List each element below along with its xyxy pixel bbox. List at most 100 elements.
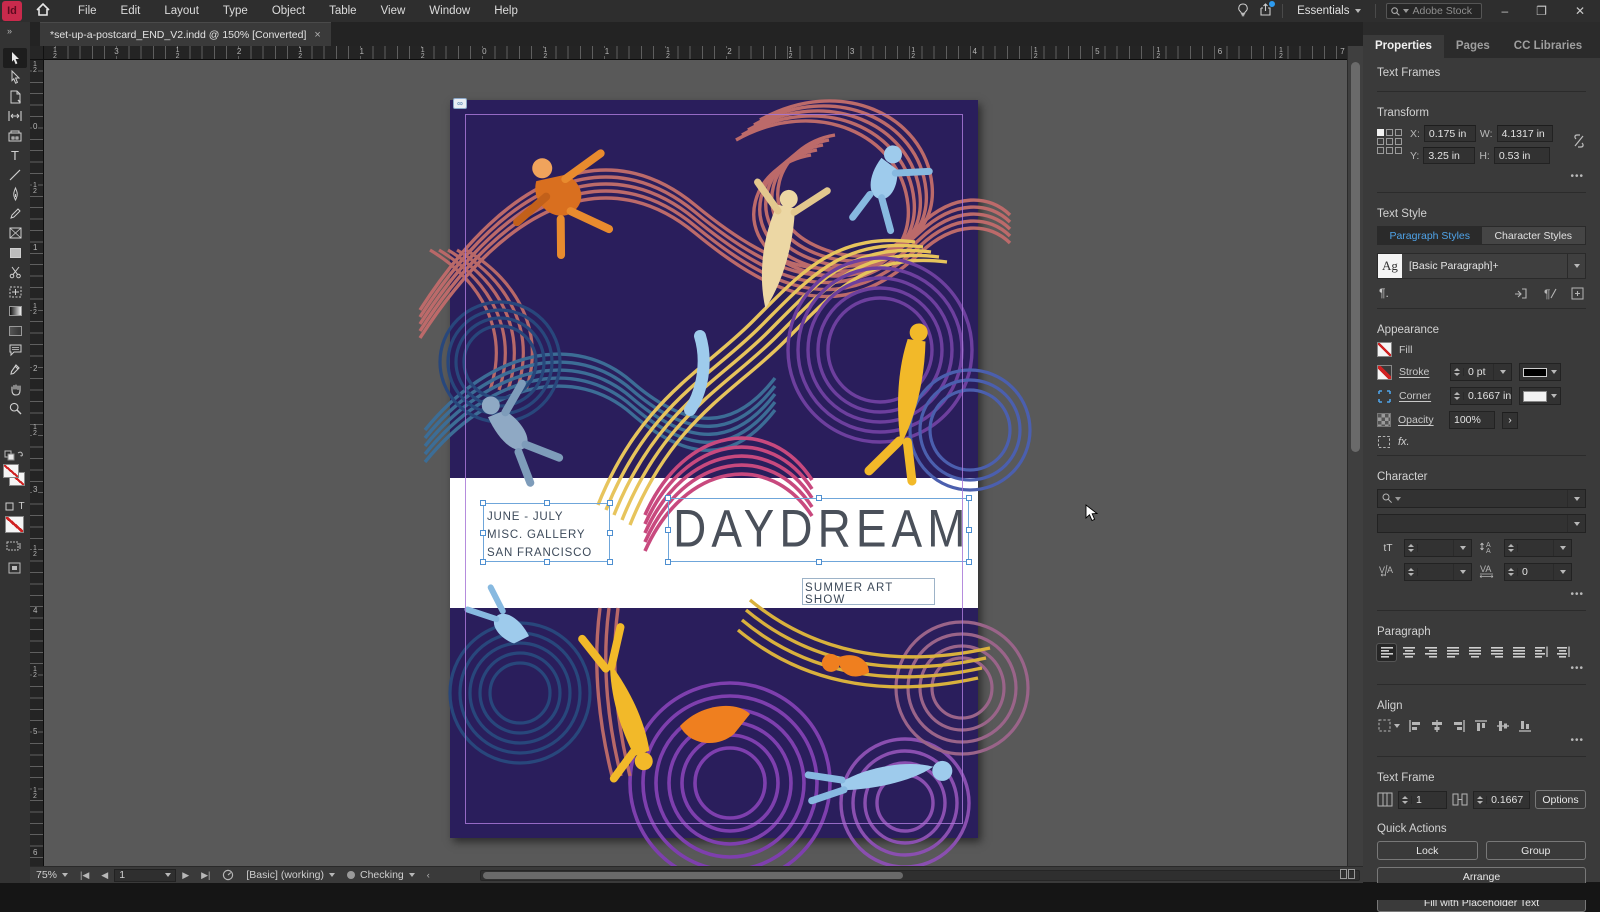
constrain-proportions-broken-icon[interactable] bbox=[1572, 133, 1586, 149]
selection-handle[interactable] bbox=[966, 527, 972, 533]
content-collector-tool[interactable] bbox=[3, 126, 27, 146]
selection-handle[interactable] bbox=[607, 529, 613, 536]
scissors-tool[interactable] bbox=[3, 263, 27, 283]
eyedropper-tool[interactable] bbox=[3, 360, 27, 380]
zoom-level-dropdown[interactable]: 75% bbox=[30, 869, 74, 881]
group-button[interactable]: Group bbox=[1485, 841, 1586, 860]
pen-tool[interactable] bbox=[3, 185, 27, 205]
vertical-scrollbar[interactable] bbox=[1347, 46, 1363, 866]
stroke-style-dropdown[interactable] bbox=[1519, 363, 1561, 381]
subtitle-text-frame[interactable]: SUMMER ART SHOW bbox=[802, 578, 935, 606]
preflight-icon[interactable] bbox=[216, 869, 240, 881]
corner-options-icon[interactable] bbox=[1377, 389, 1392, 404]
menu-edit[interactable]: Edit bbox=[111, 2, 151, 20]
close-button[interactable]: ✕ bbox=[1566, 4, 1594, 18]
text-frame-options-button[interactable]: Options bbox=[1534, 790, 1586, 809]
formatting-container-icon[interactable] bbox=[5, 502, 14, 511]
h-field[interactable]: 0.53 in bbox=[1493, 147, 1550, 164]
gradient-swatch-tool[interactable] bbox=[3, 302, 27, 322]
stroke-weight-combo[interactable]: 0 pt bbox=[1450, 363, 1512, 381]
font-style-dropdown[interactable] bbox=[1377, 514, 1586, 533]
default-fill-stroke-icon[interactable] bbox=[4, 450, 26, 462]
selection-handle[interactable] bbox=[815, 559, 822, 565]
expand-tools-icon[interactable]: » bbox=[7, 26, 13, 36]
stroke-color-swatch[interactable] bbox=[1377, 364, 1392, 380]
paragraph-align-left-icon[interactable] bbox=[1376, 643, 1397, 662]
free-transform-tool[interactable] bbox=[3, 282, 27, 302]
apply-none-swatch[interactable] bbox=[5, 516, 24, 533]
opacity-expand-button[interactable]: › bbox=[1502, 411, 1518, 429]
previous-page-button[interactable]: ◀ bbox=[95, 870, 114, 881]
import-styles-icon[interactable] bbox=[1513, 287, 1528, 300]
vertical-ruler[interactable]: 12 0 12 1 12 2 12 3 12 4 12 5 12 6 bbox=[30, 60, 44, 866]
preflight-profile-dropdown[interactable]: [Basic] (working) bbox=[240, 869, 341, 881]
align-bottom-icon[interactable] bbox=[1518, 719, 1532, 733]
menu-object[interactable]: Object bbox=[262, 2, 315, 20]
gradient-feather-tool[interactable] bbox=[3, 321, 27, 341]
document-tab[interactable]: *set-up-a-postcard_END_V2.indd @ 150% [C… bbox=[40, 22, 331, 46]
adobe-stock-search[interactable]: Adobe Stock bbox=[1386, 3, 1483, 19]
restore-button[interactable]: ❐ bbox=[1527, 4, 1556, 18]
align-right-icon[interactable] bbox=[1452, 719, 1466, 733]
scroll-left-arrow[interactable]: ‹ bbox=[421, 870, 436, 880]
align-center-horizontal-icon[interactable] bbox=[1430, 719, 1444, 733]
corner-shape-dropdown[interactable] bbox=[1519, 387, 1561, 405]
horizontal-scrollbar-thumb[interactable] bbox=[483, 872, 903, 879]
horizontal-ruler[interactable]: 12 3 12 2 12 1 12 0 12 1 12 2 12 3 12 4 12 5 12 6 12 7 bbox=[44, 46, 1347, 60]
menu-view[interactable]: View bbox=[371, 2, 416, 20]
stroke-label[interactable]: Stroke bbox=[1399, 366, 1443, 378]
paragraph-align-center-icon[interactable] bbox=[1399, 644, 1418, 661]
page-tool[interactable] bbox=[3, 87, 27, 107]
fill-stroke-swatches[interactable] bbox=[3, 464, 27, 498]
opacity-label[interactable]: Opacity bbox=[1398, 414, 1442, 426]
selection-handle[interactable] bbox=[665, 559, 671, 565]
pencil-tool[interactable] bbox=[3, 204, 27, 224]
menu-table[interactable]: Table bbox=[319, 2, 367, 20]
selection-handle[interactable] bbox=[966, 495, 972, 501]
ruler-origin[interactable] bbox=[30, 46, 44, 60]
view-options-icon[interactable] bbox=[6, 540, 22, 555]
fill-color-swatch[interactable] bbox=[1377, 342, 1392, 357]
paragraph-style-dropdown[interactable]: Ag [Basic Paragraph]+ bbox=[1377, 253, 1586, 279]
paragraph-mark-icon[interactable]: ¶. bbox=[1379, 286, 1389, 300]
font-family-dropdown[interactable] bbox=[1377, 489, 1586, 508]
last-page-button[interactable]: ▶| bbox=[195, 870, 216, 881]
kerning-combo[interactable] bbox=[1404, 563, 1472, 581]
type-tool[interactable]: T bbox=[3, 146, 27, 166]
tracking-combo[interactable]: 0 bbox=[1504, 563, 1572, 581]
x-field[interactable]: 0.175 in bbox=[1423, 125, 1476, 142]
paragraph-toward-spine-icon[interactable] bbox=[1531, 644, 1550, 661]
align-top-icon[interactable] bbox=[1474, 719, 1488, 733]
tab-cc-libraries[interactable]: CC Libraries bbox=[1502, 35, 1594, 58]
paragraph-align-right-icon[interactable] bbox=[1421, 644, 1440, 661]
corner-size-combo[interactable]: 0.1667 in bbox=[1450, 387, 1512, 405]
canvas-pasteboard[interactable]: JUNE - JULY MISC. GALLERY SAN FRANCISCO … bbox=[44, 60, 1347, 866]
minimize-button[interactable]: – bbox=[1492, 4, 1517, 18]
leading-combo[interactable] bbox=[1504, 539, 1572, 557]
fill-swatch[interactable] bbox=[3, 464, 19, 478]
next-page-button[interactable]: ▶ bbox=[176, 870, 195, 881]
font-size-combo[interactable] bbox=[1404, 539, 1472, 557]
selection-handle[interactable] bbox=[480, 500, 486, 506]
paragraph-more-options[interactable]: ••• bbox=[1377, 661, 1586, 678]
paragraph-styles-tab[interactable]: Paragraph Styles bbox=[1378, 227, 1482, 244]
preflight-status[interactable]: Checking bbox=[341, 869, 421, 881]
menu-file[interactable]: File bbox=[68, 2, 107, 20]
tab-pages[interactable]: Pages bbox=[1444, 35, 1502, 58]
align-to-dropdown[interactable] bbox=[1377, 718, 1400, 733]
opacity-field[interactable]: 100% bbox=[1449, 411, 1495, 429]
formatting-text-icon[interactable]: T bbox=[18, 501, 24, 512]
w-field[interactable]: 4.1317 in bbox=[1496, 125, 1553, 142]
hand-tool[interactable] bbox=[3, 380, 27, 400]
workspace-switcher[interactable]: Essentials bbox=[1293, 3, 1365, 19]
menu-type[interactable]: Type bbox=[213, 2, 258, 20]
selection-handle[interactable] bbox=[665, 527, 671, 533]
y-field[interactable]: 3.25 in bbox=[1423, 147, 1476, 164]
title-text-frame[interactable]: DAYDREAM bbox=[665, 495, 972, 565]
corner-label[interactable]: Corner bbox=[1399, 390, 1443, 402]
lock-button[interactable]: Lock bbox=[1377, 841, 1478, 860]
character-styles-tab[interactable]: Character Styles bbox=[1481, 227, 1585, 244]
selection-handle[interactable] bbox=[966, 559, 972, 565]
direct-selection-tool[interactable] bbox=[3, 68, 27, 88]
selection-handle[interactable] bbox=[607, 500, 613, 506]
